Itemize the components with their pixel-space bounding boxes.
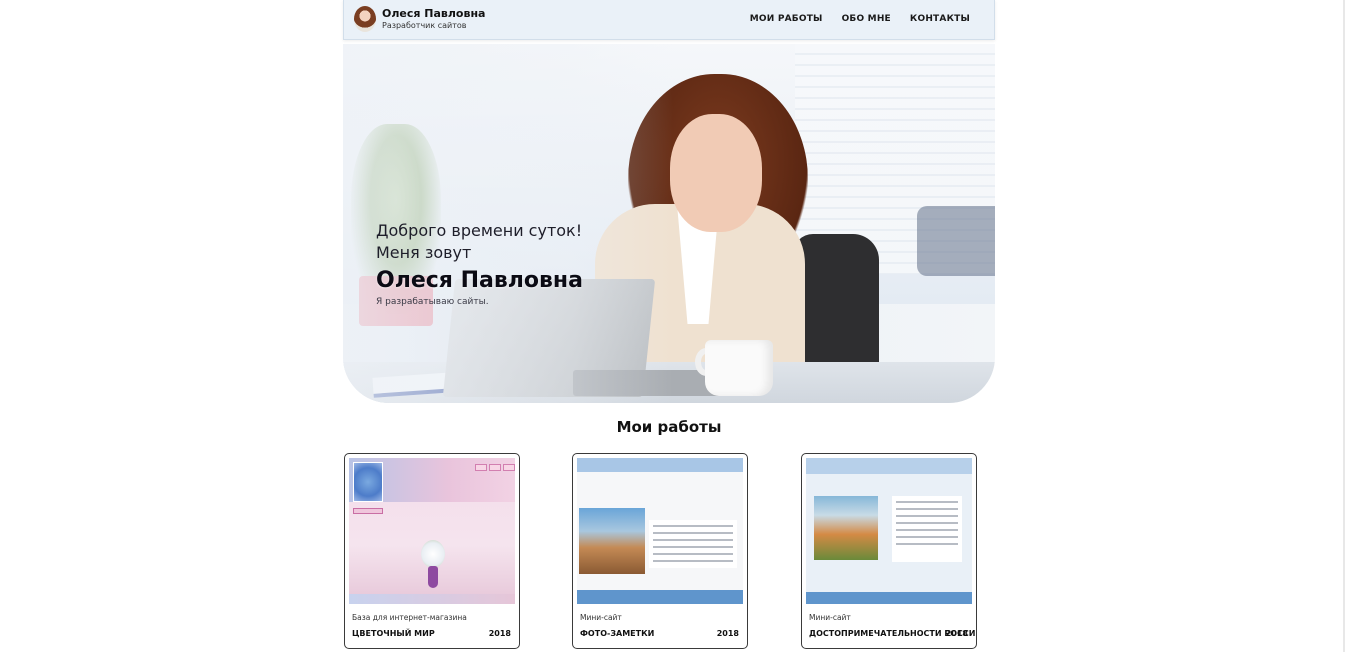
thumb-nav-button: [489, 464, 501, 471]
nav-about[interactable]: ОБО МНЕ: [842, 14, 891, 24]
thumb-text-block: [892, 496, 962, 562]
hero-person-face: [670, 114, 762, 232]
thumb-photo: [814, 496, 878, 560]
thumb-logo: [353, 462, 383, 502]
nav-contacts[interactable]: КОНТАКТЫ: [910, 14, 970, 24]
work-thumbnail[interactable]: [806, 458, 972, 604]
thumb-tag: [353, 508, 383, 514]
site-header: Олеся Павловна Разработчик сайтов МОИ РА…: [343, 0, 995, 40]
work-year: 2018: [716, 629, 739, 638]
work-year: 2018: [488, 629, 511, 638]
page: Олеся Павловна Разработчик сайтов МОИ РА…: [0, 0, 1345, 652]
work-thumbnail[interactable]: [349, 458, 515, 604]
hero-text: Доброго времени суток! Меня зовут Олеся …: [376, 220, 656, 307]
thumb-vase: [428, 566, 438, 588]
thumb-nav-bar: [577, 458, 743, 472]
work-card-flower-world[interactable]: База для интернет-магазина ЦВЕТОЧНЫЙ МИР…: [344, 453, 520, 649]
hero-name: Олеся Павловна: [376, 268, 583, 293]
work-card-russia-sights[interactable]: Мини-сайт ДОСТОПРИМЕЧАТЕЛЬНОСТИ РОССИИ 2…: [801, 453, 977, 649]
hero-tagline: Я разрабатываю сайты.: [376, 297, 489, 307]
hero-mug: [705, 340, 773, 396]
work-thumbnail[interactable]: [577, 458, 743, 604]
hero-background-chair: [917, 206, 995, 276]
thumb-nav-button: [475, 464, 487, 471]
thumb-nav-bar: [806, 458, 972, 474]
work-type: Мини-сайт: [809, 613, 851, 622]
hero-banner: Доброго времени суток! Меня зовут Олеся …: [343, 44, 995, 403]
thumb-footer: [349, 594, 515, 604]
work-type: База для интернет-магазина: [352, 613, 467, 622]
main-nav: МОИ РАБОТЫ ОБО МНЕ КОНТАКТЫ: [750, 14, 970, 24]
work-type: Мини-сайт: [580, 613, 622, 622]
brand-subtitle: Разработчик сайтов: [382, 21, 467, 30]
works-section-title: Мои работы: [616, 418, 722, 436]
thumb-nav-button: [503, 464, 515, 471]
hero-greeting: Доброго времени суток!: [376, 221, 583, 240]
hero-intro: Меня зовут: [376, 243, 472, 262]
thumb-footer: [806, 592, 972, 604]
work-title: ФОТО-ЗАМЕТКИ: [580, 629, 655, 638]
brand-name[interactable]: Олеся Павловна: [382, 7, 485, 20]
nav-my-works[interactable]: МОИ РАБОТЫ: [750, 14, 823, 24]
thumb-text-block: [649, 520, 737, 568]
thumb-flower: [421, 540, 445, 568]
avatar[interactable]: [354, 6, 376, 32]
thumb-photo: [579, 508, 645, 574]
thumb-footer: [577, 590, 743, 604]
work-title: ЦВЕТОЧНЫЙ МИР: [352, 629, 435, 638]
work-year: 2018: [945, 629, 968, 638]
work-card-photo-notes[interactable]: Мини-сайт ФОТО-ЗАМЕТКИ 2018: [572, 453, 748, 649]
